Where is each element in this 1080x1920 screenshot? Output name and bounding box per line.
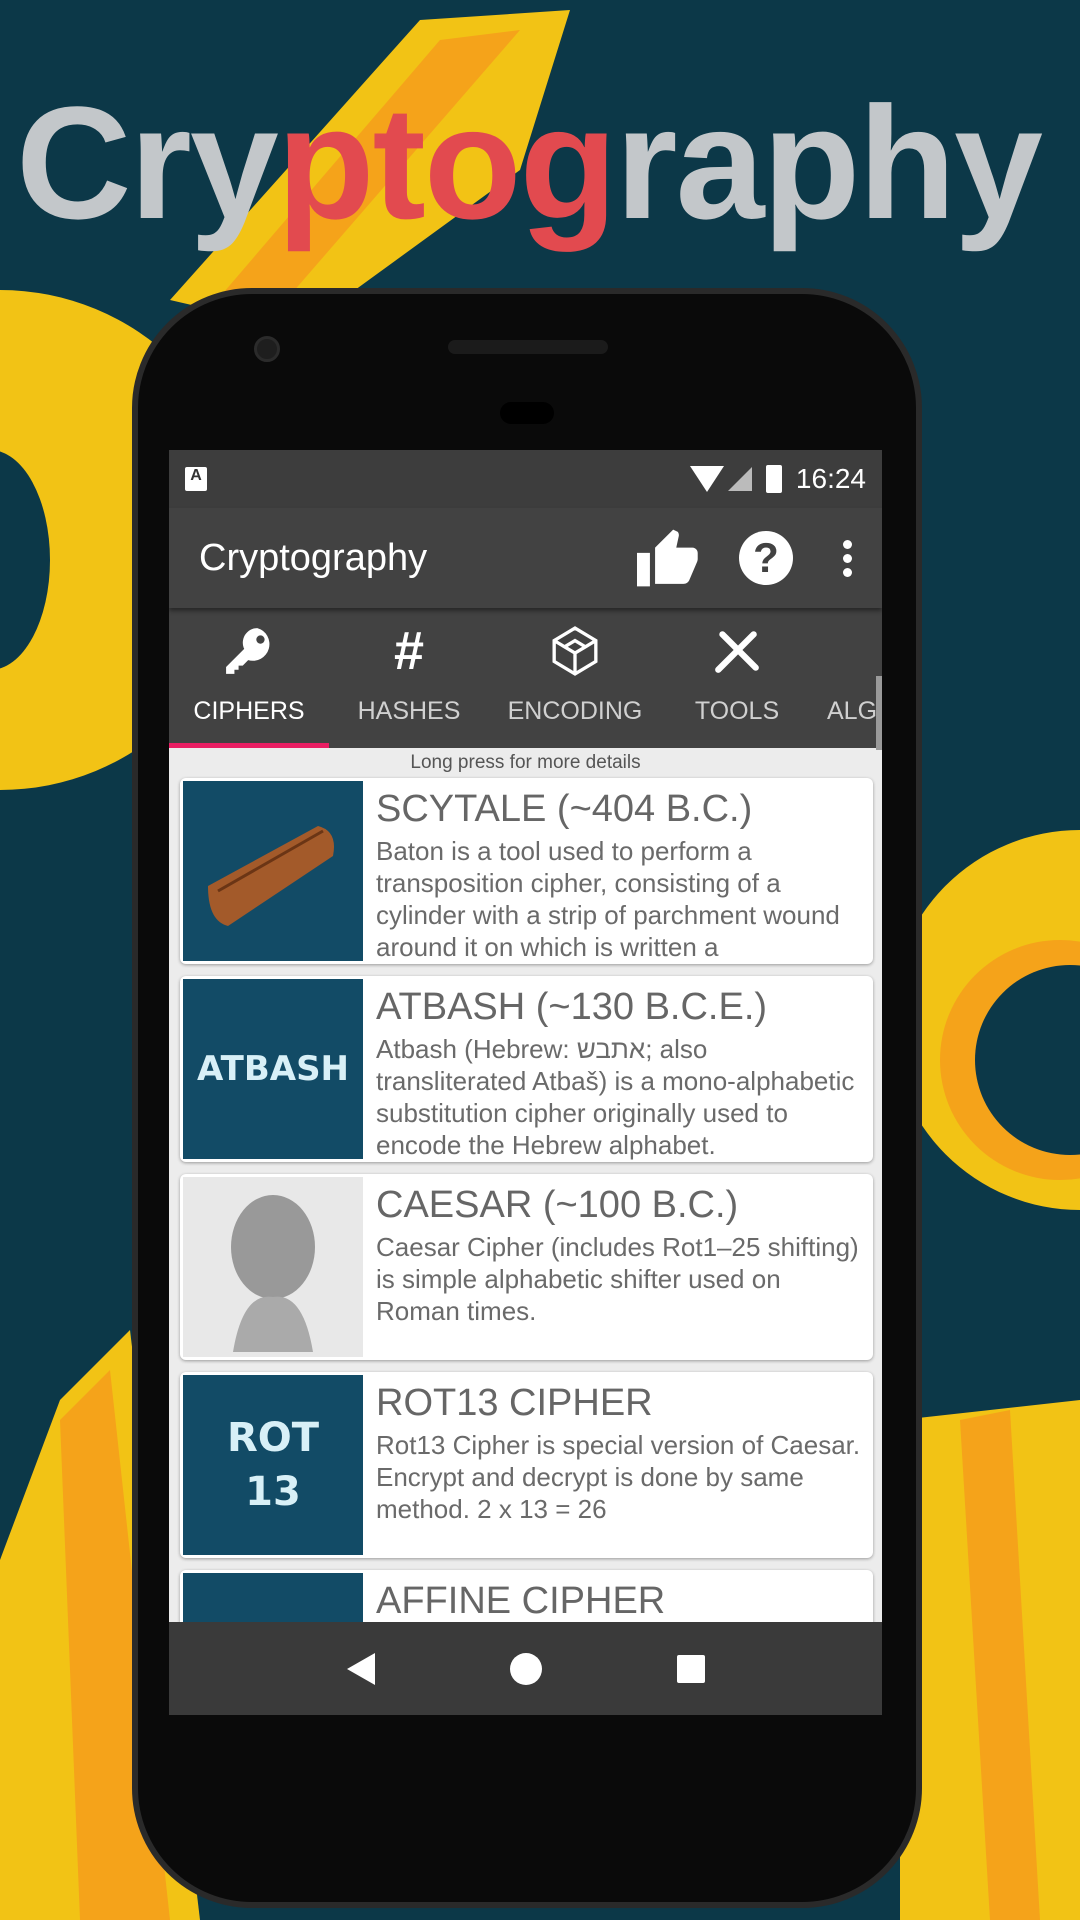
caesar-bust-image: [183, 1177, 363, 1357]
item-title: ROT13 CIPHER: [376, 1382, 653, 1424]
item-title: AFFINE CIPHER: [376, 1580, 666, 1622]
app-screen: A 16:24 Cryptography ? CIPHERS # HASHES …: [169, 450, 882, 1715]
hash-icon: #: [393, 621, 425, 681]
key-icon: [224, 623, 274, 679]
back-icon[interactable]: [346, 1652, 375, 1685]
notification-a-icon: A: [185, 467, 207, 491]
scytale-image: [183, 781, 363, 961]
cipher-list: SCYTALE (~404 B.C.) Baton is a tool used …: [169, 778, 882, 1715]
signal-icon: [727, 467, 752, 491]
item-description: Baton is a tool used to perform a transp…: [376, 836, 840, 962]
rot13-image: ROT 13: [183, 1375, 363, 1555]
status-bar: A 16:24: [169, 450, 882, 508]
atbash-image: ATBASH: [183, 979, 363, 1159]
item-description: Caesar Cipher (includes Rot1–25 shifting…: [376, 1232, 859, 1326]
earpiece-speaker: [448, 340, 608, 354]
recents-icon[interactable]: [676, 1654, 705, 1683]
tab-label: ENCODING: [507, 697, 643, 725]
list-item[interactable]: CAESAR (~100 B.C.) Caesar Cipher (include…: [180, 1174, 873, 1360]
item-description: Rot13 Cipher is special version of Caesa…: [376, 1430, 861, 1524]
list-item[interactable]: ROT 13 ROT13 CIPHER Rot13 Cipher is speci…: [180, 1372, 873, 1558]
item-title: SCYTALE (~404 B.C.): [376, 788, 753, 830]
clock: 16:24: [795, 463, 866, 494]
item-title: CAESAR (~100 B.C.): [376, 1184, 739, 1226]
help-icon[interactable]: ?: [739, 531, 793, 585]
promo-title-highlight: ptog: [276, 73, 617, 252]
app-toolbar: Cryptography ?: [169, 508, 882, 608]
wifi-icon: [689, 466, 724, 492]
navigation-bar: [169, 1622, 882, 1715]
list-item[interactable]: SCYTALE (~404 B.C.) Baton is a tool used …: [180, 778, 873, 964]
active-tab-indicator: [169, 743, 329, 748]
item-title: ATBASH (~130 B.C.E.): [376, 986, 768, 1028]
thumbs-up-icon[interactable]: [637, 529, 699, 587]
tab-label: TOOLS: [694, 697, 780, 725]
tab-bar: CIPHERS # HASHES ENCODING TOOLS ALG: [169, 608, 882, 748]
tab-label: ALG: [827, 697, 878, 725]
promo-title: Cryptography: [16, 78, 1066, 248]
home-icon[interactable]: [509, 1652, 542, 1685]
tab-label: CIPHERS: [193, 697, 305, 725]
tools-icon: [712, 623, 762, 679]
tab-tools[interactable]: TOOLS: [661, 608, 813, 748]
tab-alg[interactable]: ALG: [813, 608, 882, 748]
app-title: Cryptography: [199, 536, 428, 579]
list-item[interactable]: ATBASH ATBASH (~130 B.C.E.) Atbash (Hebre…: [180, 976, 873, 1162]
front-camera: [254, 336, 280, 362]
item-description: Atbash (Hebrew: אתבש; also transliterate…: [376, 1034, 855, 1160]
proximity-sensor: [500, 402, 554, 424]
hint-text: Long press for more details: [410, 752, 641, 773]
scrollbar[interactable]: [876, 676, 882, 750]
tab-label: HASHES: [357, 697, 461, 725]
tab-encoding[interactable]: ENCODING: [489, 608, 661, 748]
battery-charging-icon: [765, 465, 782, 493]
promo-title-part: raphy: [615, 73, 1043, 252]
tab-hashes[interactable]: # HASHES: [329, 608, 489, 748]
promo-title-part: Cry: [16, 73, 279, 252]
more-vert-icon[interactable]: [843, 539, 852, 577]
cube-icon: [550, 623, 600, 679]
tab-ciphers[interactable]: CIPHERS: [169, 608, 329, 748]
